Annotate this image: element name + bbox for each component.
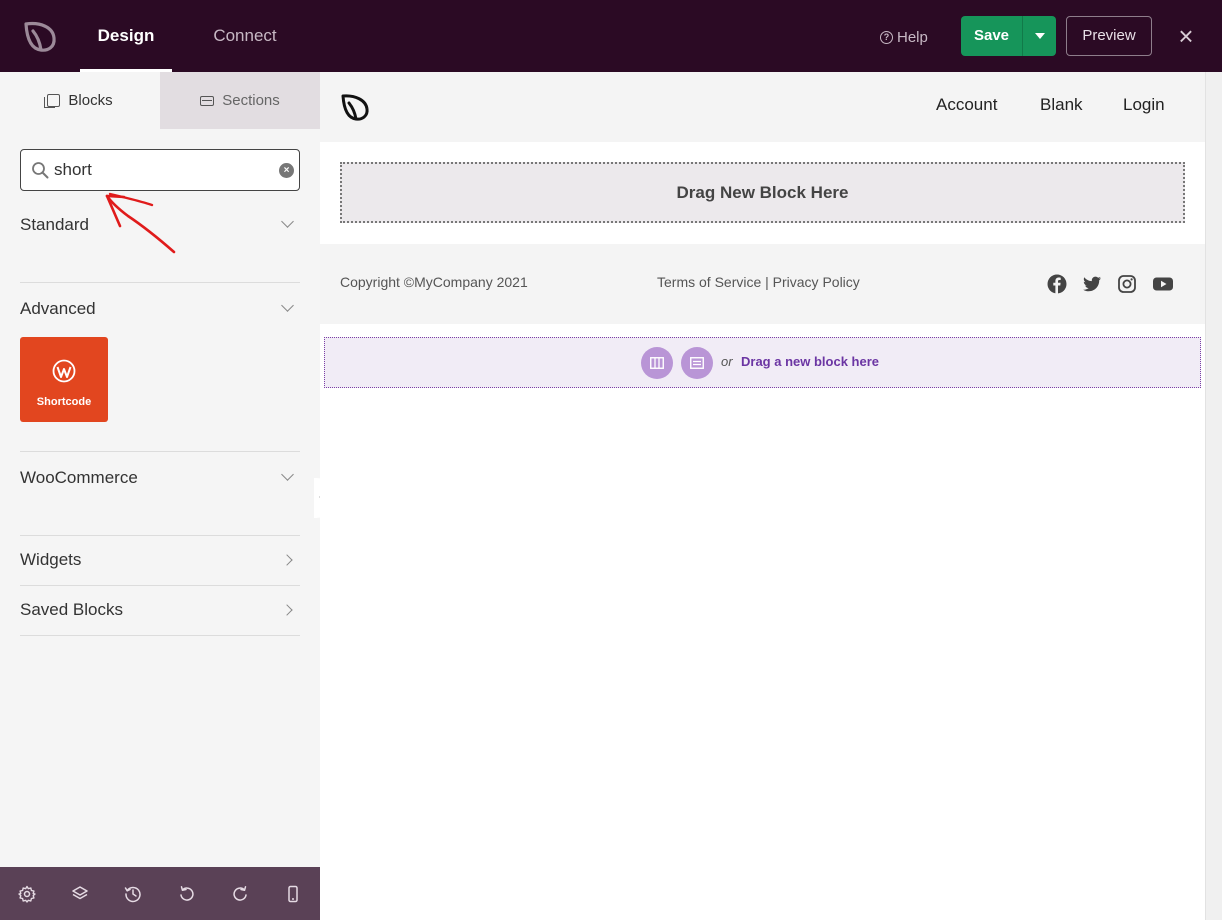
redo-button[interactable] [213, 867, 266, 920]
search-icon [32, 162, 49, 179]
add-columns-button[interactable] [641, 347, 673, 379]
tab-connect[interactable]: Connect [196, 0, 294, 72]
instagram-icon[interactable] [1117, 274, 1137, 294]
tab-blocks-label: Blocks [68, 92, 113, 109]
category-title: Widgets [20, 550, 82, 569]
site-footer[interactable]: Copyright ©MyCompany 2021 Terms of Servi… [320, 244, 1205, 324]
add-zone-or: or [721, 354, 733, 369]
shortcode-block[interactable]: Shortcode [20, 337, 108, 422]
footer-legal-links[interactable]: Terms of Service | Privacy Policy [657, 274, 860, 290]
nav-link-login[interactable]: Login [1123, 95, 1165, 115]
divider [20, 451, 300, 452]
category-title: Saved Blocks [20, 600, 123, 619]
page-canvas: Account Blank Login Drag New Block Here … [320, 72, 1205, 920]
layers-button[interactable] [53, 867, 106, 920]
add-section-button[interactable] [681, 347, 713, 379]
undo-icon [179, 885, 194, 901]
save-button-group: Save [961, 16, 1056, 56]
category-advanced[interactable]: Advanced [20, 297, 300, 321]
site-header[interactable]: Account Blank Login [320, 72, 1205, 142]
facebook-icon[interactable] [1047, 274, 1067, 294]
tab-design[interactable]: Design [80, 0, 172, 72]
canvas-scrollbar[interactable] [1205, 72, 1222, 920]
add-zone-drag-label: Drag a new block here [741, 354, 879, 369]
twitter-icon[interactable] [1082, 274, 1102, 294]
tab-sections[interactable]: Sections [160, 72, 320, 129]
divider [20, 535, 300, 536]
add-section-zone[interactable]: or Drag a new block here [324, 337, 1201, 388]
sidebar-tabs: Blocks Sections [0, 72, 320, 129]
nav-link-account[interactable]: Account [936, 95, 997, 115]
divider [20, 282, 300, 283]
block-search: × [20, 149, 300, 191]
help-link[interactable]: ? Help [880, 26, 928, 48]
seedprod-logo-icon[interactable] [22, 18, 58, 54]
caret-down-icon [1034, 33, 1045, 39]
shortcode-label: Shortcode [36, 396, 92, 408]
search-input[interactable] [54, 158, 274, 182]
annotation-arrow-icon [105, 192, 176, 254]
gear-icon [17, 885, 36, 903]
category-saved-blocks[interactable]: Saved Blocks [20, 598, 300, 622]
redo-icon [233, 885, 247, 901]
section-rows-icon [690, 357, 704, 369]
close-icon[interactable]: × [1174, 23, 1198, 49]
clear-search-icon[interactable]: × [279, 163, 294, 178]
settings-button[interactable] [0, 867, 53, 920]
save-options-button[interactable] [1023, 16, 1056, 56]
category-title: Advanced [20, 299, 96, 318]
help-label: Help [897, 28, 928, 46]
tab-sections-label: Sections [222, 92, 280, 109]
bottom-toolbar [0, 867, 320, 920]
youtube-icon[interactable] [1152, 274, 1174, 294]
history-icon [124, 886, 141, 902]
columns-icon [650, 357, 664, 369]
top-bar: Design Connect ? Help Save Preview × [0, 0, 1222, 72]
help-icon: ? [880, 30, 893, 44]
sections-icon [200, 95, 215, 106]
category-woocommerce[interactable]: WooCommerce [20, 466, 300, 490]
tab-blocks[interactable]: Blocks [0, 72, 160, 129]
category-title: WooCommerce [20, 468, 138, 487]
wordpress-icon [52, 359, 76, 383]
history-button[interactable] [107, 867, 160, 920]
save-button[interactable]: Save [961, 16, 1023, 56]
preview-button[interactable]: Preview [1066, 16, 1152, 56]
nav-link-blank[interactable]: Blank [1040, 95, 1083, 115]
layers-icon [72, 885, 88, 899]
footer-copyright: Copyright ©MyCompany 2021 [340, 274, 528, 290]
undo-button[interactable] [160, 867, 213, 920]
category-widgets[interactable]: Widgets [20, 548, 300, 572]
mobile-preview-button[interactable] [266, 867, 319, 920]
site-logo-icon [341, 94, 369, 121]
blocks-icon [44, 94, 61, 108]
divider [20, 635, 300, 636]
divider [20, 585, 300, 586]
mobile-icon [288, 885, 298, 902]
block-drop-zone[interactable]: Drag New Block Here [340, 162, 1185, 223]
